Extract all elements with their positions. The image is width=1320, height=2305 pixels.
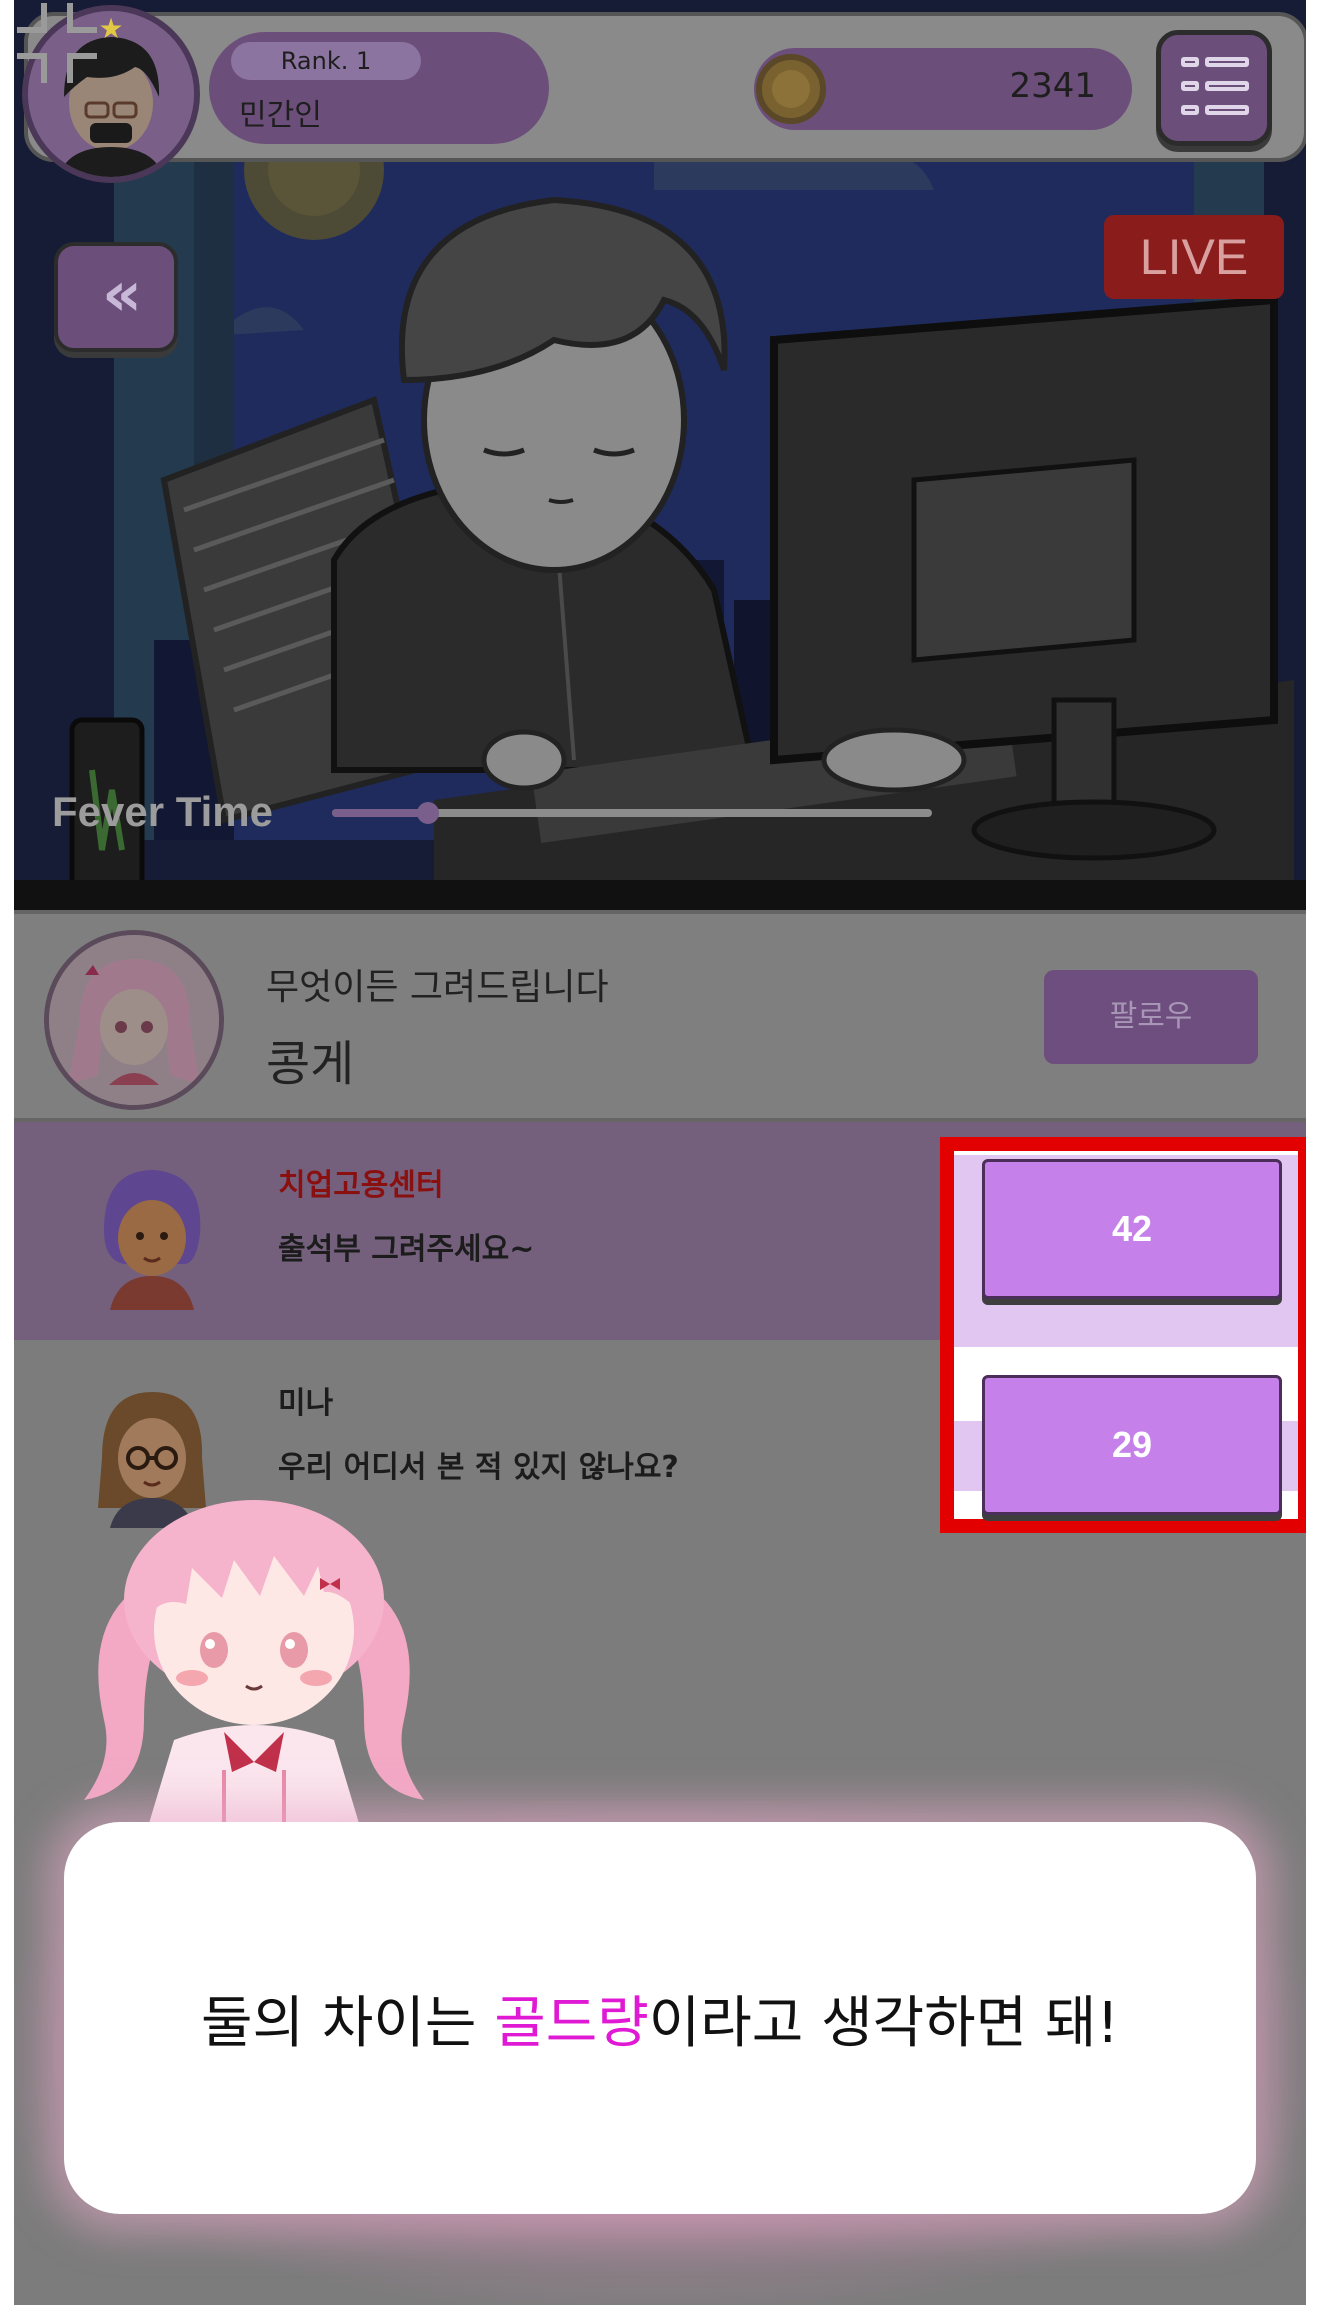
chat-message: 우리 어디서 본 적 있지 않나요? (278, 1450, 679, 1485)
fever-progress-bar (332, 802, 932, 824)
donate-button-42[interactable]: 42 (982, 1159, 1282, 1299)
guide-character (84, 1500, 424, 1840)
star-icon: ★ (98, 12, 124, 45)
streamer-avatar[interactable] (44, 930, 224, 1110)
chat-username: 미나 (278, 1386, 334, 1421)
coin-icon (756, 54, 826, 124)
streamer-subtitle: 무엇이든 그려드립니다 (266, 967, 609, 1008)
gold-counter: 2341 (754, 48, 1132, 130)
dialog-text-after: 이라고 생각하면 돼! (648, 1990, 1119, 2056)
collapse-icon[interactable] (14, 0, 100, 86)
player-info: Rank. 1 민간인 (209, 32, 549, 144)
donate-button-29[interactable]: 29 (982, 1375, 1282, 1515)
fever-progress-knob (417, 802, 439, 824)
donation-panel-highlight: 42 29 (940, 1137, 1306, 1533)
back-button[interactable]: « (54, 242, 178, 352)
fever-progress-fill (332, 809, 428, 817)
dialog-text-before: 둘의 차이는 (201, 1990, 495, 2056)
chat-message: 출석부 그려주세요~ (278, 1232, 535, 1267)
chat-username: 치업고용센터 (278, 1168, 444, 1203)
player-name: 민간인 (239, 98, 322, 133)
dialog-text: 둘의 차이는 골드량 이라고 생각하면 돼! (64, 1822, 1256, 2214)
rank-badge: Rank. 1 (231, 42, 421, 80)
dialog-highlight-word: 골드량 (494, 1990, 649, 2056)
streamer-info: 무엇이든 그려드립니다 콩게 팔로우 (14, 910, 1306, 1122)
tutorial-dialog[interactable]: 둘의 차이는 골드량 이라고 생각하면 돼! (64, 1822, 1256, 2214)
double-chevron-left-icon: « (101, 257, 142, 330)
streamer-avatar-image (49, 935, 219, 1105)
live-badge: LIVE (1104, 215, 1284, 299)
follow-button[interactable]: 팔로우 (1044, 970, 1258, 1064)
menu-button[interactable] (1156, 30, 1272, 146)
fever-time-label: Fever Time (52, 788, 274, 835)
streamer-name: 콩게 (266, 1036, 355, 1092)
panel-top-strip (954, 1151, 1298, 1155)
chat-user-avatar (104, 1170, 201, 1310)
stream-view: ★ Rank. 1 민간인 2341 « LIVE Fever Time (14, 0, 1306, 910)
game-screen: ★ Rank. 1 민간인 2341 « LIVE Fever Time 무엇이… (14, 0, 1306, 2305)
gold-value: 2341 (1009, 66, 1096, 106)
